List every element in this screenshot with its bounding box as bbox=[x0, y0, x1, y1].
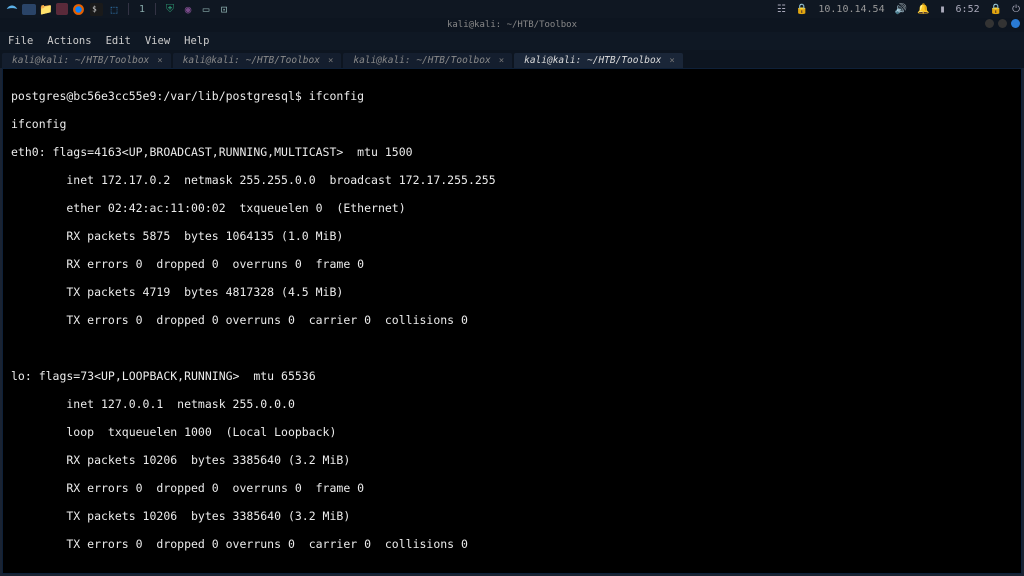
battery-icon[interactable]: ▮ bbox=[940, 4, 946, 15]
volume-icon[interactable]: 🔊 bbox=[895, 4, 907, 15]
terminal-tab[interactable]: kali@kali: ~/HTB/Toolbox × bbox=[173, 53, 342, 68]
files-icon[interactable] bbox=[22, 4, 36, 15]
system-taskbar: 📁 $ ⬚ 1 ⛨ ◉ ▭ ⊡ ☷ 🔒 10.10.14.54 🔊 🔔 ▮ 6:… bbox=[0, 0, 1024, 18]
taskbar-separator bbox=[128, 3, 129, 15]
terminal-line: TX packets 4719 bytes 4817328 (4.5 MiB) bbox=[11, 285, 343, 299]
taskbar-left: 📁 $ ⬚ 1 ⛨ ◉ ▭ ⊡ bbox=[4, 1, 232, 17]
record-icon[interactable]: ⊡ bbox=[216, 1, 232, 17]
tab-label: kali@kali: ~/HTB/Toolbox bbox=[524, 55, 661, 66]
svg-text:$: $ bbox=[92, 4, 97, 13]
close-button[interactable] bbox=[1011, 19, 1020, 28]
notification-icon[interactable]: 🔔 bbox=[917, 4, 929, 15]
terminal-line: RX errors 0 dropped 0 overruns 0 frame 0 bbox=[11, 481, 364, 495]
minimize-button[interactable] bbox=[985, 19, 994, 28]
terminal-tab-active[interactable]: kali@kali: ~/HTB/Toolbox × bbox=[514, 53, 683, 68]
tab-label: kali@kali: ~/HTB/Toolbox bbox=[353, 55, 490, 66]
terminal-icon[interactable]: $ bbox=[88, 1, 104, 17]
shield-icon[interactable]: ⛨ bbox=[162, 1, 178, 17]
close-icon[interactable]: × bbox=[157, 56, 162, 66]
terminal-line: lo: flags=73<UP,LOOPBACK,RUNNING> mtu 65… bbox=[11, 369, 316, 383]
firefox-icon[interactable] bbox=[70, 1, 86, 17]
clock[interactable]: 6:52 bbox=[956, 4, 980, 15]
menu-edit[interactable]: Edit bbox=[106, 35, 131, 47]
kali-menu-icon[interactable] bbox=[4, 1, 20, 17]
menu-actions[interactable]: Actions bbox=[47, 35, 91, 47]
tab-label: kali@kali: ~/HTB/Toolbox bbox=[12, 55, 149, 66]
taskbar-right: ☷ 🔒 10.10.14.54 🔊 🔔 ▮ 6:52 🔒 ⏻ bbox=[777, 4, 1020, 15]
net-lock-icon[interactable]: 🔒 bbox=[796, 4, 808, 15]
code-icon[interactable]: ⬚ bbox=[106, 1, 122, 17]
terminal-line: loop txqueuelen 1000 (Local Loopback) bbox=[11, 425, 336, 439]
lock-icon[interactable]: 🔒 bbox=[990, 4, 1002, 15]
app-icon[interactable]: ◉ bbox=[180, 1, 196, 17]
terminal-line: inet 127.0.0.1 netmask 255.0.0.0 bbox=[11, 397, 295, 411]
terminal-line: RX packets 10206 bytes 3385640 (3.2 MiB) bbox=[11, 453, 350, 467]
window-controls bbox=[985, 19, 1020, 28]
maximize-button[interactable] bbox=[998, 19, 1007, 28]
terminal-line: ether 02:42:ac:11:00:02 txqueuelen 0 (Et… bbox=[11, 201, 406, 215]
terminal-line: TX errors 0 dropped 0 overruns 0 carrier… bbox=[11, 313, 468, 327]
close-icon[interactable]: × bbox=[669, 56, 674, 66]
window-title: kali@kali: ~/HTB/Toolbox bbox=[447, 20, 577, 30]
close-icon[interactable]: × bbox=[499, 56, 504, 66]
vpn-icon[interactable]: ☷ bbox=[777, 4, 786, 15]
menu-file[interactable]: File bbox=[8, 35, 33, 47]
terminal-line: eth0: flags=4163<UP,BROADCAST,RUNNING,MU… bbox=[11, 145, 413, 159]
terminal-tabbar: kali@kali: ~/HTB/Toolbox × kali@kali: ~/… bbox=[0, 50, 1024, 68]
menu-help[interactable]: Help bbox=[184, 35, 209, 47]
editor-icon[interactable] bbox=[56, 3, 68, 15]
window-titlebar[interactable]: kali@kali: ~/HTB/Toolbox bbox=[0, 18, 1024, 32]
terminal-line: RX packets 5875 bytes 1064135 (1.0 MiB) bbox=[11, 229, 343, 243]
workspace-number[interactable]: 1 bbox=[139, 4, 145, 15]
menubar: File Actions Edit View Help bbox=[0, 32, 1024, 50]
window-icon[interactable]: ▭ bbox=[198, 1, 214, 17]
terminal-line: postgres@bc56e3cc55e9:/var/lib/postgresq… bbox=[11, 89, 364, 103]
terminal-body[interactable]: postgres@bc56e3cc55e9:/var/lib/postgresq… bbox=[2, 68, 1022, 574]
terminal-line: RX errors 0 dropped 0 overruns 0 frame 0 bbox=[11, 257, 364, 271]
folder-icon[interactable]: 📁 bbox=[38, 1, 54, 17]
power-icon[interactable]: ⏻ bbox=[1012, 4, 1020, 15]
taskbar-separator bbox=[155, 3, 156, 15]
tab-label: kali@kali: ~/HTB/Toolbox bbox=[183, 55, 320, 66]
terminal-line: ifconfig bbox=[11, 117, 66, 131]
terminal-tab[interactable]: kali@kali: ~/HTB/Toolbox × bbox=[343, 53, 512, 68]
menu-view[interactable]: View bbox=[145, 35, 170, 47]
terminal-tab[interactable]: kali@kali: ~/HTB/Toolbox × bbox=[2, 53, 171, 68]
terminal-line: TX errors 0 dropped 0 overruns 0 carrier… bbox=[11, 537, 468, 551]
terminal-line: inet 172.17.0.2 netmask 255.255.0.0 broa… bbox=[11, 173, 496, 187]
close-icon[interactable]: × bbox=[328, 56, 333, 66]
terminal-line: TX packets 10206 bytes 3385640 (3.2 MiB) bbox=[11, 509, 350, 523]
remote-ip: 10.10.14.54 bbox=[818, 4, 884, 15]
